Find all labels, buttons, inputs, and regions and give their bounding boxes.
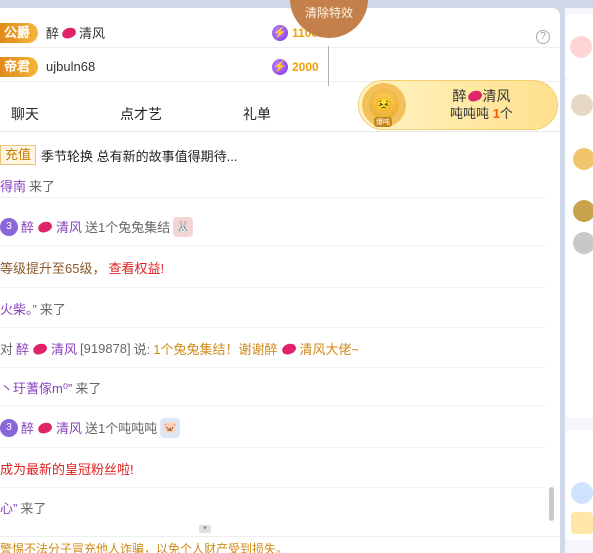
rank-score: ⚡ 2000	[272, 58, 319, 75]
rank-badge: 公爵	[0, 22, 39, 43]
message-text: 对	[0, 342, 14, 357]
gift-sender[interactable]: 醉 清风	[406, 87, 557, 105]
sidebar-card-top[interactable]	[565, 14, 593, 80]
lips-icon	[36, 420, 54, 435]
rank-row-2[interactable]: 帝君 ujbuln68 ⚡ 2000	[0, 52, 560, 82]
user-name[interactable]: 清风	[51, 339, 77, 358]
notice-bar[interactable]: 充值 季节轮换 总有新的故事值得期待...	[0, 140, 560, 170]
gift-banner-text: 醉 清风 吨吨吨 1个	[406, 87, 557, 123]
lips-icon	[280, 341, 297, 356]
message-text: 成为最新的皇冠粉丝啦!	[0, 462, 134, 477]
message-text: 说:	[133, 342, 151, 357]
gift-icon: 😣 爆吨	[362, 83, 406, 127]
silver-avatar-icon[interactable]	[573, 232, 593, 254]
gift-detail: 吨吨吨 1个	[406, 105, 557, 123]
rank-user-name[interactable]: 醉 清风	[46, 23, 105, 42]
message-text: 来了	[39, 302, 66, 317]
diamond-icon[interactable]	[571, 482, 593, 504]
name-part: 醉	[46, 26, 60, 41]
lips-icon	[60, 25, 78, 40]
message-text: 来了	[29, 179, 56, 194]
lips-icon	[31, 341, 49, 356]
message-text: 来了	[75, 381, 102, 396]
gift-count: 1	[492, 106, 500, 121]
user-name[interactable]: 清风	[56, 418, 82, 437]
message-text: 等级提升至65级，	[0, 261, 106, 276]
rank-row-1[interactable]: 公爵 醉 清风 ⚡ 1100 ?	[0, 18, 560, 48]
gift-tag: 爆吨	[374, 117, 392, 127]
message-text: 清风大佬~	[299, 342, 360, 357]
user-name[interactable]: 丶玗蓍傢m⁰”	[0, 378, 72, 397]
user-name[interactable]: 清风	[56, 217, 82, 236]
name-part: 清风	[79, 26, 106, 41]
scroll-to-bottom-button[interactable]: ▾	[199, 525, 211, 533]
recharge-tag[interactable]: 充值	[0, 145, 37, 165]
gift-box-icon[interactable]	[570, 36, 592, 58]
user-name[interactable]: 心”	[0, 498, 17, 517]
name-part: 清风	[482, 88, 511, 104]
clear-effects-string	[328, 46, 329, 86]
gold-avatar-icon[interactable]	[573, 200, 593, 222]
view-benefits-link[interactable]: 查看权益!	[108, 258, 164, 277]
message-text: 送1个兔兔集结	[85, 220, 171, 235]
chat-message: 火柴。” 来了	[0, 290, 545, 328]
name-part: 醉	[452, 88, 467, 104]
rank-user-name[interactable]: ujbuln68	[46, 59, 95, 74]
ticket-icon[interactable]	[571, 512, 593, 534]
emoji-face-icon: 😣	[369, 89, 399, 119]
score-value: 2000	[292, 59, 319, 74]
tab-gift-list[interactable]: 礼单	[243, 104, 271, 124]
gift-name: 吨吨吨	[450, 106, 490, 121]
user-name[interactable]: 醉	[16, 339, 29, 358]
chat-message: 等级提升至65级， 查看权益!	[0, 248, 545, 288]
chat-message: 心” 来了	[0, 490, 545, 524]
lips-icon	[36, 219, 54, 234]
chat-scrollbar[interactable]	[548, 170, 556, 530]
message-text: 送1个吨吨吨	[85, 421, 158, 436]
help-icon[interactable]: ?	[536, 30, 550, 44]
user-name[interactable]: 醉	[21, 217, 34, 236]
fan-badge-icon: 3	[0, 418, 18, 437]
chat-message: 对 醉 清风 [919878] 说: 1个兔兔集结！谢谢醉 清风大佬~	[0, 330, 545, 368]
bolt-icon: ⚡	[272, 58, 288, 75]
sidebar-card-audience[interactable]	[565, 78, 593, 418]
user-name[interactable]: 得南	[0, 176, 26, 195]
chat-message: 成为最新的皇冠粉丝啦!	[0, 450, 545, 488]
bolt-icon: ⚡	[272, 24, 288, 41]
fan-badge-icon: 3	[0, 217, 18, 236]
pig-gift-icon: 🐷	[160, 417, 181, 438]
message-text: 来了	[20, 500, 47, 516]
chat-message: 3 醉 清风 送1个吨吨吨 🐷	[0, 408, 545, 448]
sidebar-card-bottom[interactable]	[565, 430, 593, 540]
user-name[interactable]: 醉	[21, 418, 34, 437]
gift-banner[interactable]: 😣 爆吨 醉 清风 吨吨吨 1个	[358, 80, 558, 130]
scrollbar-thumb[interactable]	[549, 487, 554, 521]
user-id: [919878]	[80, 341, 131, 356]
name-part: ujbuln68	[46, 59, 96, 74]
bunny-gift-icon: 🐰	[173, 216, 194, 237]
lips-icon	[466, 88, 483, 104]
chat-message: 丶玗蓍傢m⁰” 来了	[0, 370, 545, 406]
anti-fraud-warning: 警惕不法分子冒充他人诈骗，以免个人财产受到损失。	[0, 536, 560, 553]
chat-message: 3 醉 清风 送1个兔兔集结 🐰	[0, 208, 545, 246]
pig-avatar-icon[interactable]	[571, 94, 593, 116]
notice-text: 季节轮换 总有新的故事值得期待...	[41, 148, 238, 164]
message-text: 1个兔兔集结！谢谢醉	[153, 342, 278, 357]
emoji-avatar-icon[interactable]	[573, 148, 593, 170]
gift-unit: 个	[499, 106, 513, 121]
tab-chat[interactable]: 聊天	[11, 104, 39, 124]
user-name[interactable]: 火柴。”	[0, 299, 37, 318]
chat-message: 得南 来了	[0, 174, 545, 198]
tab-request-talent[interactable]: 点才艺	[120, 104, 162, 124]
rank-badge: 帝君	[0, 56, 39, 77]
